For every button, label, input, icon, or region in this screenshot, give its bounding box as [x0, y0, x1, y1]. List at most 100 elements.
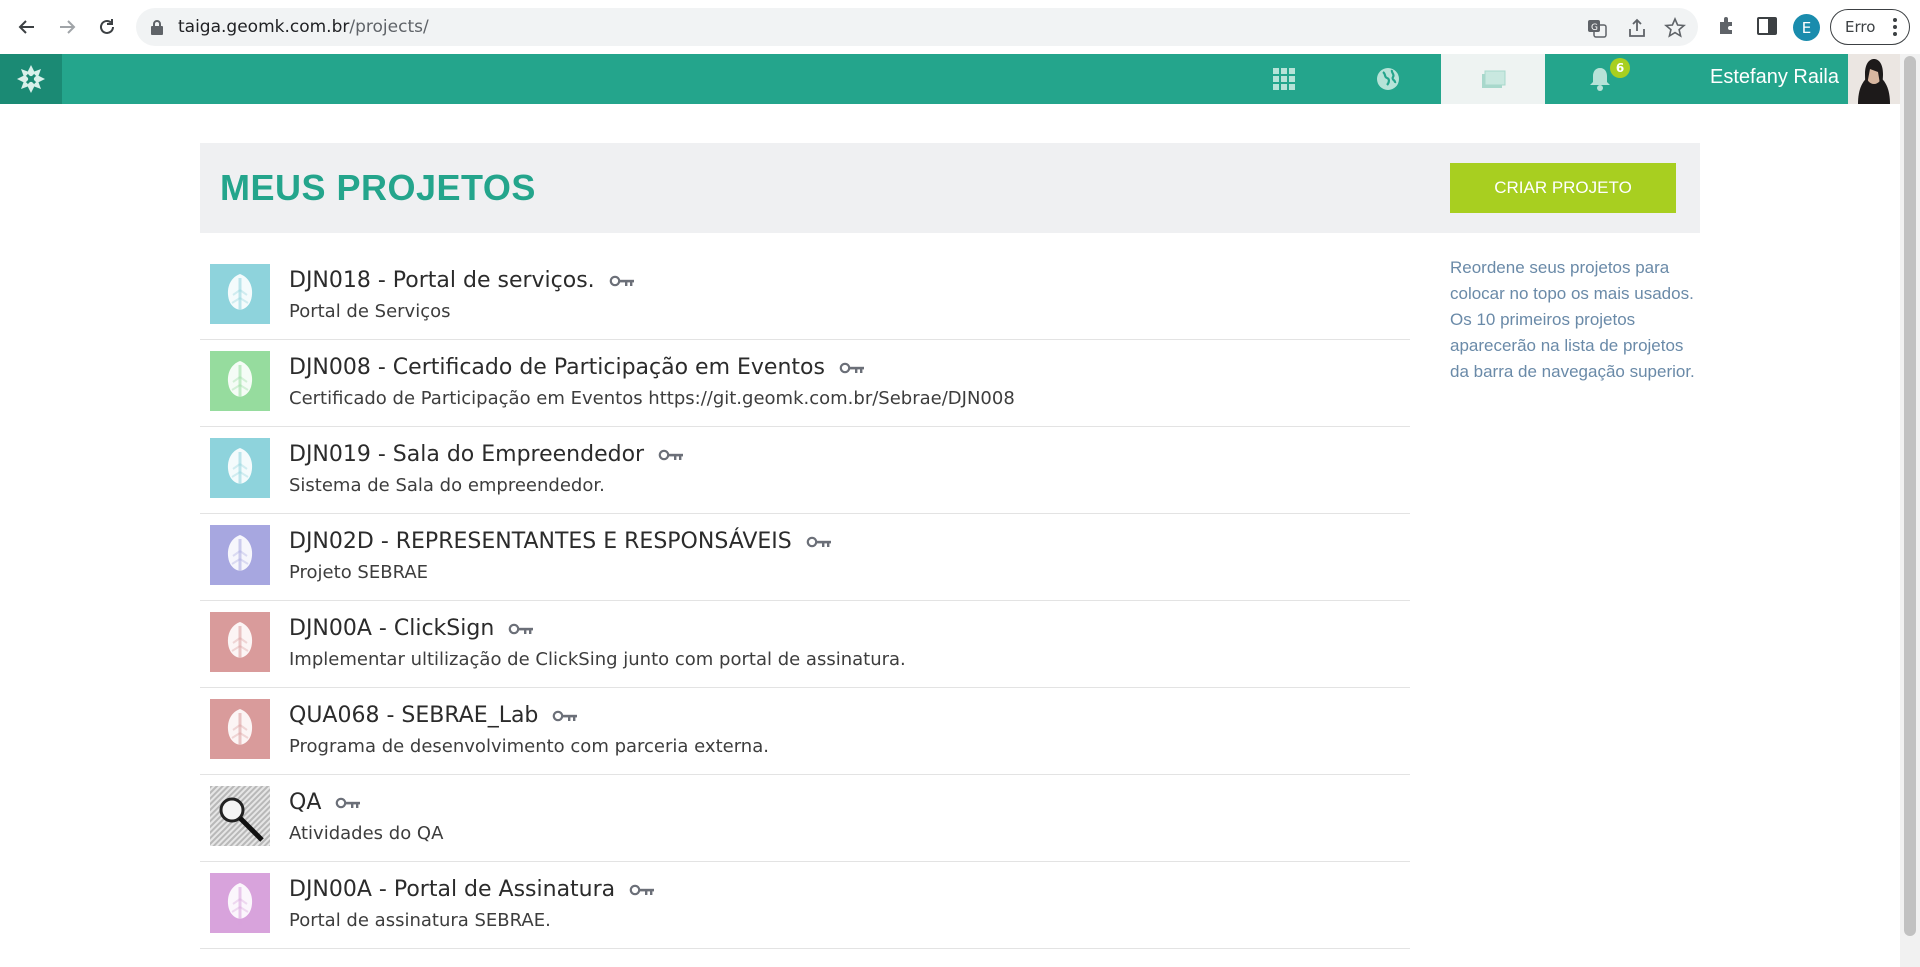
project-logo[interactable]: [210, 699, 270, 759]
project-title-text[interactable]: DJN019 - Sala do Empreendedor: [289, 442, 644, 467]
error-label: Erro: [1845, 18, 1876, 36]
bookmark-star-icon[interactable]: [1664, 17, 1686, 39]
nav-apps[interactable]: [1264, 54, 1304, 104]
nav-projects[interactable]: [1441, 54, 1545, 104]
project-logo-icon: [227, 361, 253, 403]
taiga-topbar: 6 Estefany Raila: [0, 54, 1900, 104]
private-key-icon: [609, 275, 635, 287]
project-row[interactable]: DJN019 - Sala do Empreendedor Sistema de …: [200, 427, 1410, 514]
page-scrollbar[interactable]: [1900, 54, 1920, 967]
project-logo[interactable]: [210, 873, 270, 933]
project-logo[interactable]: [210, 438, 270, 498]
taiga-logo-icon: [17, 65, 45, 93]
page-title: MEUS PROJETOS: [220, 167, 536, 208]
private-key-icon: [839, 362, 865, 374]
project-description: Certificado de Participação em Eventos h…: [289, 388, 1015, 409]
private-key-icon: [658, 449, 684, 461]
lock-icon: [151, 20, 163, 35]
project-description: Implementar ultilização de ClickSing jun…: [289, 649, 906, 670]
globe-icon: [1377, 68, 1399, 90]
private-key-icon: [553, 710, 578, 721]
apps-grid-icon: [1273, 68, 1295, 90]
project-logo[interactable]: [210, 525, 270, 585]
project-logo-icon: [227, 883, 253, 925]
nav-discover[interactable]: [1368, 54, 1408, 104]
private-key-icon: [839, 362, 864, 373]
project-logo-icon: [227, 274, 253, 316]
project-title[interactable]: QA: [289, 790, 361, 815]
url-host: taiga.geomk.com.br: [178, 17, 350, 37]
private-key-icon: [629, 884, 655, 896]
project-title-text[interactable]: DJN00A - ClickSign: [289, 616, 494, 641]
create-project-button[interactable]: CRIAR PROJETO: [1450, 163, 1676, 213]
reorder-help-line-2: Os 10 primeiros projetos aparecerão na l…: [1450, 310, 1695, 381]
project-logo[interactable]: [210, 264, 270, 324]
project-description: Sistema de Sala do empreendedor.: [289, 475, 605, 496]
project-row[interactable]: DJN018 - Portal de serviços. Portal de Se…: [200, 253, 1410, 340]
private-key-icon: [658, 449, 684, 460]
project-row[interactable]: QA Atividades do QA: [200, 775, 1410, 862]
project-description: Portal de assinatura SEBRAE.: [289, 910, 551, 931]
private-key-icon: [336, 797, 361, 808]
private-key-icon: [629, 884, 655, 895]
project-title-text[interactable]: QUA068 - SEBRAE_Lab: [289, 703, 538, 728]
project-title-text[interactable]: DJN00A - Portal de Assinatura: [289, 877, 615, 902]
svg-text:G: G: [1591, 23, 1598, 33]
user-name[interactable]: Estefany Raila: [1710, 66, 1839, 89]
translate-icon[interactable]: G: [1586, 17, 1608, 39]
taiga-logo[interactable]: [0, 54, 62, 104]
project-title[interactable]: DJN008 - Certificado de Participação em …: [289, 355, 865, 380]
project-title[interactable]: DJN00A - ClickSign: [289, 616, 534, 641]
browser-error-button[interactable]: Erro: [1830, 9, 1910, 45]
side-panel-icon[interactable]: [1755, 14, 1779, 38]
user-avatar[interactable]: [1848, 54, 1900, 104]
project-list: DJN018 - Portal de serviços. Portal de Se…: [200, 253, 1410, 949]
project-row[interactable]: DJN008 - Certificado de Participação em …: [200, 340, 1410, 427]
project-title[interactable]: DJN018 - Portal de serviços.: [289, 268, 635, 293]
private-key-icon: [552, 710, 578, 722]
back-arrow-icon: [18, 20, 34, 34]
share-icon[interactable]: [1626, 17, 1648, 39]
private-key-icon: [609, 275, 634, 286]
project-title[interactable]: DJN019 - Sala do Empreendedor: [289, 442, 684, 467]
browser-toolbar: taiga.geomk.com.br/projects/ G E Erro: [0, 0, 1920, 54]
back-button[interactable]: [11, 11, 43, 43]
project-title-text[interactable]: QA: [289, 790, 321, 815]
private-key-icon: [508, 623, 534, 635]
project-logo-icon: [227, 709, 253, 751]
project-title-text[interactable]: DJN018 - Portal de serviços.: [289, 268, 595, 293]
private-key-icon: [508, 623, 534, 634]
project-row[interactable]: DJN02D - REPRESENTANTES E RESPONSÁVEIS Pr…: [200, 514, 1410, 601]
project-title[interactable]: DJN00A - Portal de Assinatura: [289, 877, 655, 902]
forward-button[interactable]: [51, 11, 83, 43]
project-row[interactable]: DJN00A - ClickSign Implementar ultilizaçã…: [200, 601, 1410, 688]
project-title-text[interactable]: DJN008 - Certificado de Participação em …: [289, 355, 825, 380]
reorder-help-line-1: Reordene seus projetos para colocar no t…: [1450, 258, 1694, 303]
projects-folder-icon: [1482, 70, 1506, 88]
project-logo[interactable]: [210, 612, 270, 672]
url-path: /projects/: [349, 17, 429, 37]
reload-icon: [100, 19, 114, 34]
scrollbar-thumb[interactable]: [1904, 56, 1916, 936]
private-key-icon: [806, 536, 831, 547]
project-title[interactable]: QUA068 - SEBRAE_Lab: [289, 703, 578, 728]
magnifier-icon: [210, 786, 270, 846]
project-row[interactable]: QUA068 - SEBRAE_Lab Programa de desenvolv…: [200, 688, 1410, 775]
project-row[interactable]: DJN00A - Portal de Assinatura Portal de a…: [200, 862, 1410, 949]
reload-button[interactable]: [91, 11, 123, 43]
user-photo: [1848, 54, 1900, 104]
project-description: Atividades do QA: [289, 823, 444, 844]
project-description: Projeto SEBRAE: [289, 562, 429, 583]
project-title-text[interactable]: DJN02D - REPRESENTANTES E RESPONSÁVEIS: [289, 529, 792, 554]
browser-menu-icon: [1893, 18, 1897, 36]
notification-badge: 6: [1610, 58, 1630, 78]
extensions-puzzle-icon[interactable]: [1715, 14, 1739, 38]
project-title[interactable]: DJN02D - REPRESENTANTES E RESPONSÁVEIS: [289, 529, 832, 554]
project-logo[interactable]: [210, 786, 270, 846]
address-bar[interactable]: taiga.geomk.com.br/projects/ G: [136, 8, 1698, 46]
reorder-help-text: Reordene seus projetos para colocar no t…: [1450, 255, 1700, 385]
private-key-icon: [806, 536, 832, 548]
project-logo[interactable]: [210, 351, 270, 411]
project-description: Programa de desenvolvimento com parceria…: [289, 736, 769, 757]
browser-profile-avatar[interactable]: E: [1793, 14, 1820, 41]
